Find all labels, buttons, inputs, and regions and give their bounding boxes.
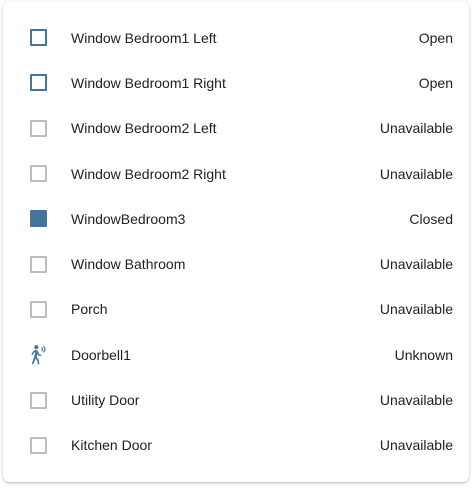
entity-row-utility-door[interactable]: Utility Door Unavailable bbox=[3, 377, 469, 422]
window-open-icon bbox=[27, 72, 49, 94]
entity-row-window-bathroom[interactable]: Window Bathroom Unavailable bbox=[3, 241, 469, 286]
entity-state: Unavailable bbox=[379, 301, 453, 318]
window-unavailable-icon bbox=[27, 298, 49, 320]
entity-state: Unavailable bbox=[379, 256, 453, 273]
window-open-icon bbox=[27, 27, 49, 49]
entity-name: Window Bedroom1 Right bbox=[71, 74, 226, 91]
entity-row-window-bedroom1-right[interactable]: Window Bedroom1 Right Open bbox=[3, 60, 469, 105]
entity-name: Doorbell1 bbox=[71, 346, 131, 363]
window-unavailable-icon bbox=[27, 434, 49, 456]
entity-row-window-bedroom2-right[interactable]: Window Bedroom2 Right Unavailable bbox=[3, 151, 469, 196]
entity-state: Unavailable bbox=[379, 120, 453, 137]
window-unavailable-icon bbox=[27, 389, 49, 411]
entity-row-porch[interactable]: Porch Unavailable bbox=[3, 287, 469, 332]
entity-name: Window Bedroom1 Left bbox=[71, 29, 217, 46]
entity-state: Closed bbox=[409, 210, 453, 227]
entity-name: Porch bbox=[71, 301, 108, 318]
entity-state: Open bbox=[418, 74, 453, 91]
entity-name: Utility Door bbox=[71, 392, 140, 409]
entity-state: Unavailable bbox=[379, 392, 453, 409]
window-unavailable-icon bbox=[27, 253, 49, 275]
entity-state: Unavailable bbox=[379, 165, 453, 182]
motion-sensor-icon bbox=[27, 344, 49, 366]
window-unavailable-icon bbox=[27, 117, 49, 139]
entity-state: Unavailable bbox=[379, 437, 453, 454]
entity-name: Window Bathroom bbox=[71, 256, 186, 273]
entity-row-windowbedroom3[interactable]: WindowBedroom3 Closed bbox=[3, 196, 469, 241]
entity-row-kitchen-door[interactable]: Kitchen Door Unavailable bbox=[3, 423, 469, 468]
entity-name: Window Bedroom2 Left bbox=[71, 120, 217, 137]
entity-row-window-bedroom2-left[interactable]: Window Bedroom2 Left Unavailable bbox=[3, 106, 469, 151]
entity-row-doorbell1[interactable]: Doorbell1 Unknown bbox=[3, 332, 469, 377]
entity-state: Open bbox=[418, 29, 453, 46]
entity-row-window-bedroom1-left[interactable]: Window Bedroom1 Left Open bbox=[3, 15, 469, 60]
window-closed-icon bbox=[27, 208, 49, 230]
entities-card: Window Bedroom1 Left Open Window Bedroom… bbox=[3, 2, 469, 482]
window-unavailable-icon bbox=[27, 163, 49, 185]
entity-name: Kitchen Door bbox=[71, 437, 152, 454]
entity-name: Window Bedroom2 Right bbox=[71, 165, 226, 182]
entity-name: WindowBedroom3 bbox=[71, 210, 186, 227]
entity-state: Unknown bbox=[394, 346, 453, 363]
entity-list: Window Bedroom1 Left Open Window Bedroom… bbox=[3, 15, 469, 468]
